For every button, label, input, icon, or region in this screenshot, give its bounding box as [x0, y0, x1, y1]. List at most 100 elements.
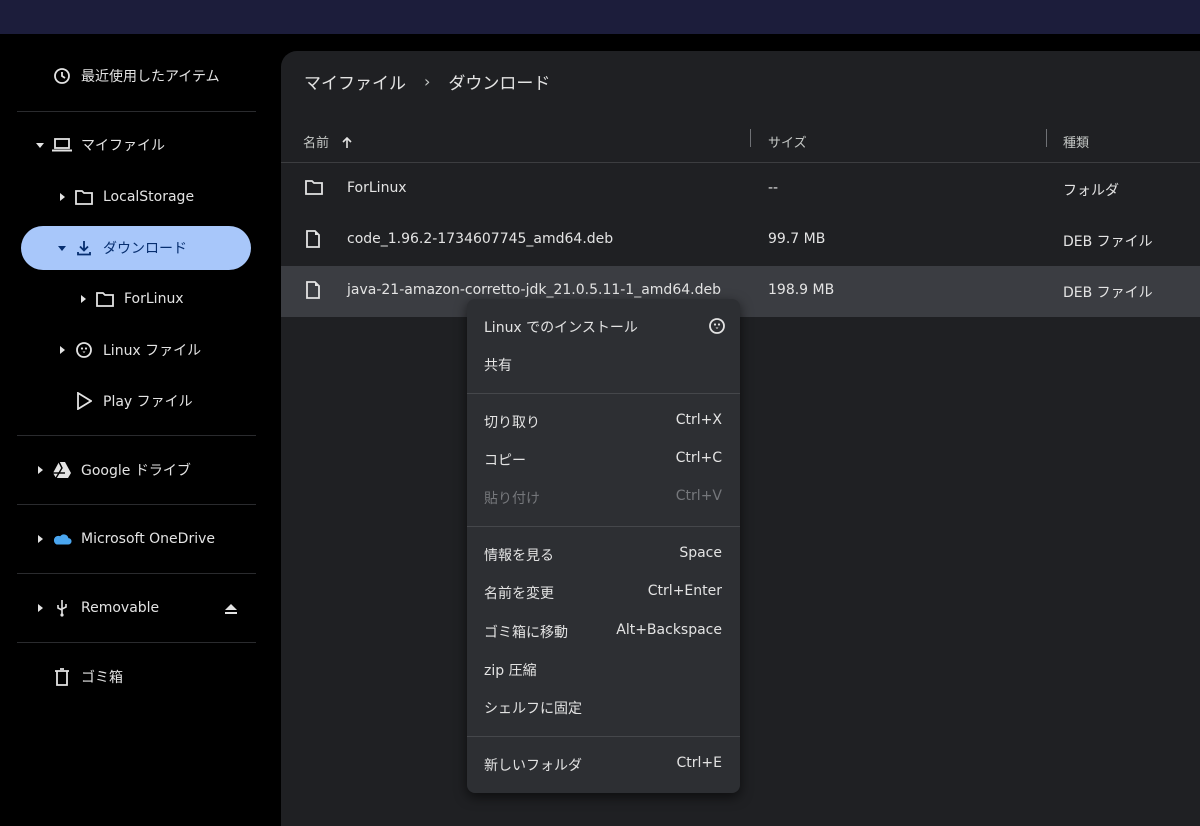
menu-item-label: 共有 [484, 358, 512, 374]
folder-icon [74, 187, 94, 207]
file-name: code_1.96.2-1734607745_amd64.deb [347, 231, 614, 247]
chevron-down-icon[interactable] [34, 139, 46, 151]
menu-item-label: Linux でのインストール [484, 320, 638, 336]
sidebar-item-recent[interactable]: 最近使用したアイテム [0, 54, 272, 98]
menu-item-share[interactable]: 共有 [467, 345, 740, 383]
context-menu: Linux でのインストール 共有 切り取り Ctrl+X コピー Ctrl+C… [467, 299, 740, 793]
menu-item-pin-to-shelf[interactable]: シェルフに固定 [467, 688, 740, 726]
menu-item-rename[interactable]: 名前を変更 Ctrl+Enter [467, 573, 740, 611]
menu-item-paste[interactable]: 貼り付け Ctrl+V [467, 478, 740, 516]
menu-item-label: 名前を変更 [484, 586, 554, 602]
sidebar-item-label: Microsoft OneDrive [81, 531, 215, 547]
menu-item-move-to-trash[interactable]: ゴミ箱に移動 Alt+Backspace [467, 612, 740, 650]
divider [17, 504, 256, 505]
menu-separator [467, 393, 740, 394]
menu-item-label: zip 圧縮 [484, 663, 537, 679]
sidebar-item-google-drive[interactable]: Google ドライブ [0, 448, 272, 492]
column-resize-handle[interactable] [750, 129, 751, 147]
column-header-type[interactable]: 種類 [1063, 132, 1089, 151]
column-header-size[interactable]: サイズ [768, 132, 807, 151]
column-header-name[interactable]: 名前 [303, 132, 353, 151]
file-type: フォルダ [1063, 183, 1119, 199]
menu-item-install-linux[interactable]: Linux でのインストール [467, 307, 740, 345]
sort-arrow-up-icon [342, 136, 352, 148]
chevron-right-icon: › [424, 72, 431, 91]
chevron-right-icon[interactable] [56, 344, 68, 356]
menu-item-label: 新しいフォルダ [484, 758, 582, 774]
download-icon [74, 238, 94, 258]
file-type: DEB ファイル [1063, 234, 1153, 250]
chevron-right-icon[interactable] [34, 602, 46, 614]
top-bar [0, 0, 1200, 34]
menu-item-label: シェルフに固定 [484, 701, 582, 717]
sidebar-item-label: ゴミ箱 [81, 670, 123, 686]
table-row[interactable]: code_1.96.2-1734607745_amd64.deb 99.7 MB… [281, 215, 1200, 266]
menu-item-label: コピー [484, 453, 526, 469]
menu-item-shortcut: Space [679, 545, 722, 561]
file-icon [305, 281, 323, 299]
menu-item-shortcut: Ctrl+C [675, 450, 722, 466]
table-row[interactable]: ForLinux -- フォルダ [281, 164, 1200, 215]
folder-icon [95, 289, 115, 309]
google-drive-icon [52, 460, 72, 480]
sidebar-item-label: マイファイル [81, 138, 165, 154]
trash-icon [52, 667, 72, 687]
sidebar-item-label: Google ドライブ [81, 463, 191, 479]
menu-item-new-folder[interactable]: 新しいフォルダ Ctrl+E [467, 745, 740, 783]
sidebar-item-forlinux[interactable]: ForLinux [0, 277, 272, 321]
play-icon [74, 391, 94, 411]
menu-item-get-info[interactable]: 情報を見る Space [467, 535, 740, 573]
divider [17, 642, 256, 643]
sidebar-item-label: Removable [81, 600, 160, 616]
sidebar-item-label: LocalStorage [103, 189, 195, 205]
sidebar-item-linux-files[interactable]: Linux ファイル [0, 328, 272, 372]
sidebar-item-label: ForLinux [124, 291, 184, 307]
sidebar-item-label: Linux ファイル [103, 343, 202, 359]
breadcrumb-item-my-files[interactable]: マイファイル [304, 69, 406, 94]
divider [17, 435, 256, 436]
chevron-down-icon[interactable] [56, 242, 68, 254]
file-name: ForLinux [347, 180, 407, 196]
file-size: 99.7 MB [768, 231, 826, 247]
sidebar-item-local-storage[interactable]: LocalStorage [0, 175, 272, 219]
file-icon [305, 230, 323, 248]
chevron-right-icon[interactable] [56, 191, 68, 203]
onedrive-cloud-icon [52, 529, 72, 549]
menu-item-shortcut: Ctrl+Enter [647, 583, 722, 599]
sidebar-item-downloads[interactable]: ダウンロード [21, 226, 251, 270]
file-size: -- [768, 180, 779, 196]
penguin-icon [708, 317, 726, 339]
menu-item-label: ゴミ箱に移動 [484, 625, 568, 641]
menu-separator [467, 526, 740, 527]
sidebar-item-trash[interactable]: ゴミ箱 [0, 655, 272, 699]
menu-item-label: 情報を見る [484, 548, 554, 564]
column-header-label: 名前 [303, 136, 330, 151]
breadcrumb-item-current[interactable]: ダウンロード [448, 69, 550, 94]
sidebar-item-play-files[interactable]: Play ファイル [0, 379, 272, 423]
file-name: java-21-amazon-corretto-jdk_21.0.5.11-1_… [347, 282, 721, 298]
file-list-panel: マイファイル › ダウンロード 名前 サイズ 種類 ForLinux -- フォ… [281, 51, 1200, 826]
menu-item-shortcut: Ctrl+V [675, 488, 722, 504]
sidebar-item-my-files[interactable]: マイファイル [0, 123, 272, 167]
menu-item-copy[interactable]: コピー Ctrl+C [467, 440, 740, 478]
sidebar-item-label: ダウンロード [103, 241, 187, 257]
chevron-right-icon[interactable] [77, 293, 89, 305]
sidebar-item-onedrive[interactable]: Microsoft OneDrive [0, 517, 272, 561]
menu-item-zip[interactable]: zip 圧縮 [467, 650, 740, 688]
menu-item-cut[interactable]: 切り取り Ctrl+X [467, 402, 740, 440]
chevron-right-icon[interactable] [34, 464, 46, 476]
divider [17, 573, 256, 574]
menu-item-label: 切り取り [484, 415, 540, 431]
penguin-icon [74, 340, 94, 360]
menu-separator [467, 736, 740, 737]
sidebar: 最近使用したアイテム マイファイル LocalStorage ダウンロード Fo… [0, 34, 272, 826]
sidebar-item-label: Play ファイル [103, 394, 193, 410]
chevron-right-icon[interactable] [34, 533, 46, 545]
table-row-selected[interactable]: java-21-amazon-corretto-jdk_21.0.5.11-1_… [281, 266, 1200, 317]
eject-icon[interactable] [224, 601, 238, 615]
file-size: 198.9 MB [768, 282, 835, 298]
column-resize-handle[interactable] [1046, 129, 1047, 147]
divider [17, 111, 256, 112]
folder-icon [305, 179, 323, 197]
laptop-icon [52, 135, 72, 155]
